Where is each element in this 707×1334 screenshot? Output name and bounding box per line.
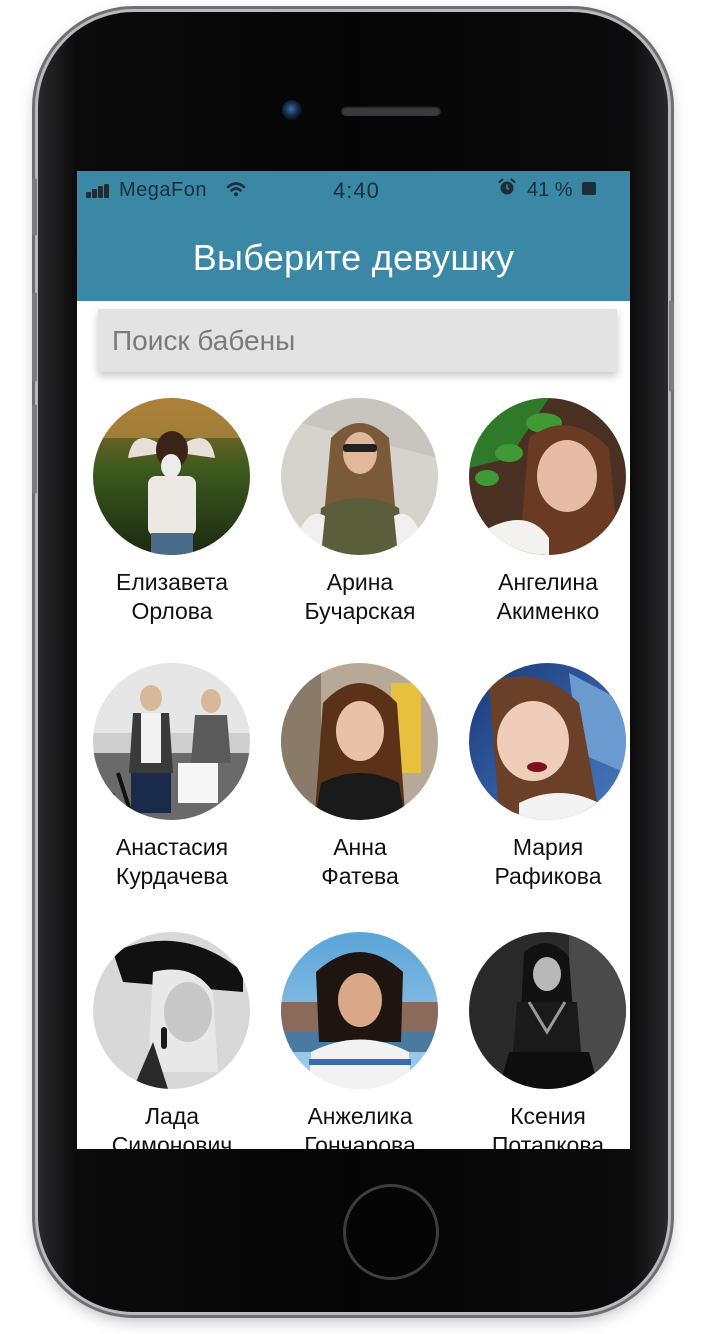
profile-photo (93, 398, 250, 555)
front-camera (282, 100, 302, 120)
profile-last-name: Фатева (321, 863, 399, 889)
home-button[interactable] (343, 1184, 439, 1280)
profile-first-name: Ксения (510, 1103, 586, 1129)
profile-first-name: Анастасия (115, 834, 229, 860)
power-button (669, 300, 674, 392)
profile-last-name: Акименко (496, 598, 600, 624)
profile-photo (469, 932, 626, 1089)
profile-first-name: Ангелина (498, 569, 598, 595)
profile-card[interactable]: Анжелика Гончарова (265, 932, 455, 1149)
profile-card[interactable]: Елизавета Орлова (77, 398, 267, 648)
profile-first-name: Елизавета (115, 569, 228, 595)
profile-first-name: Анжелика (307, 1103, 413, 1129)
profile-first-name: Анна (333, 834, 387, 860)
profile-last-name: Орлова (131, 598, 213, 624)
profile-photo (93, 932, 250, 1089)
profile-last-name: Курдачева (115, 863, 229, 889)
profile-first-name: Лада (144, 1103, 200, 1129)
profile-card[interactable]: Арина Бучарская (265, 398, 455, 648)
profile-card[interactable]: Анна Фатева (265, 663, 455, 913)
profile-last-name: Бучарская (304, 598, 416, 624)
profile-card[interactable]: Мария Рафикова (453, 663, 630, 913)
profile-card[interactable]: Анастасия Курдачева (77, 663, 267, 913)
profile-last-name: Потапкова (491, 1132, 605, 1149)
profile-photo (469, 663, 626, 820)
profile-photo (281, 398, 438, 555)
profile-first-name: Арина (326, 569, 394, 595)
profile-first-name: Мария (512, 834, 584, 860)
profile-photo (469, 398, 626, 555)
ringer-switch (32, 178, 37, 236)
profile-photo (93, 663, 250, 820)
profile-card[interactable]: Лада Симонович (77, 932, 267, 1149)
profile-card[interactable]: Ангелина Акименко (453, 398, 630, 648)
profile-card[interactable]: Ксения Потапкова (453, 932, 630, 1149)
app-screen: MegaFon 4:40 41 % Выберите девушку Поиск… (77, 171, 630, 1149)
volume-up-button (32, 292, 37, 382)
profile-last-name: Рафикова (494, 863, 602, 889)
profile-photo (281, 663, 438, 820)
profile-last-name: Гончарова (304, 1132, 416, 1149)
profile-photo (281, 932, 438, 1089)
profile-last-name: Симонович (111, 1132, 233, 1149)
volume-down-button (32, 404, 37, 494)
earpiece-speaker (341, 106, 441, 116)
profile-grid: Елизавета Орлова Арина Бучарская Ангелин… (77, 171, 630, 1149)
